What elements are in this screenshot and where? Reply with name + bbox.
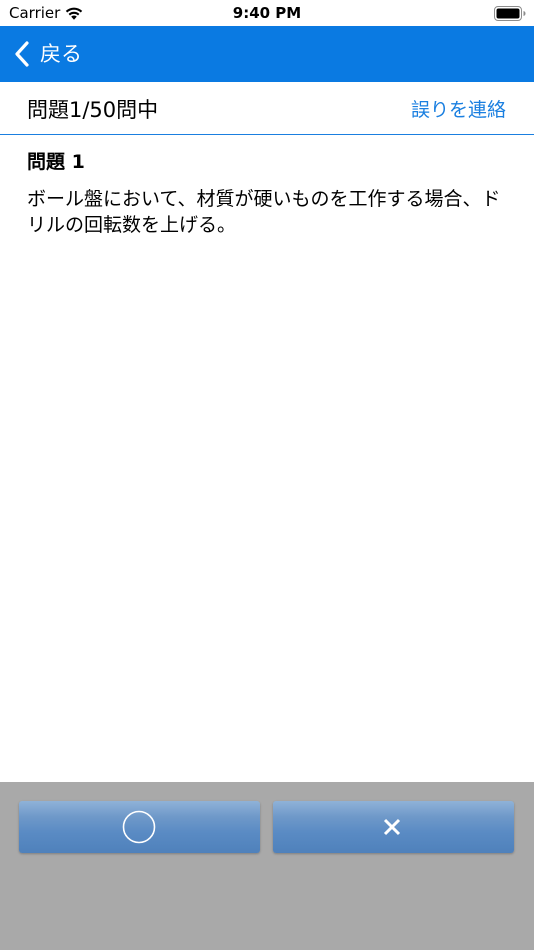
back-button[interactable]: 戻る xyxy=(14,39,82,69)
cross-icon xyxy=(383,818,401,836)
question-header: 問題1/50問中 誤りを連絡 xyxy=(0,82,534,134)
question-number: 問題 1 xyxy=(27,151,85,173)
clock-label: 9:40 PM xyxy=(232,4,302,22)
chevron-left-icon xyxy=(15,41,29,67)
back-button-label: 戻る xyxy=(40,42,82,66)
answer-panel xyxy=(0,782,534,950)
question-text: ボール盤において、材質が硬いものを工作する場合、ドリルの回転数を上げる。 xyxy=(27,188,501,236)
answer-true-button[interactable] xyxy=(19,801,260,853)
report-error-link[interactable]: 誤りを連絡 xyxy=(411,98,506,122)
question-progress: 問題1/50問中 xyxy=(27,98,159,122)
circle-icon xyxy=(122,810,156,844)
battery-icon xyxy=(494,6,526,21)
navigation-bar: 戻る xyxy=(0,26,534,82)
status-bar: Carrier 9:40 PM xyxy=(0,0,534,26)
answer-false-button[interactable] xyxy=(273,801,514,853)
header-divider xyxy=(0,134,534,135)
